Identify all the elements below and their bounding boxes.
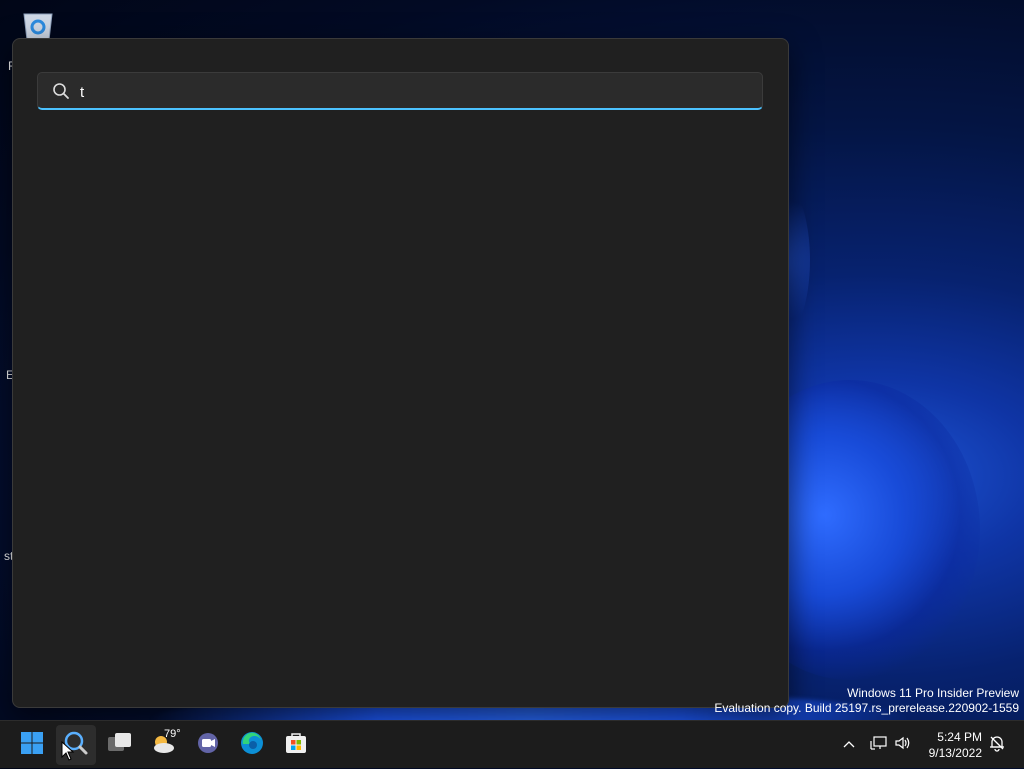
clock-button[interactable]: 5:24 PM 9/13/2022 — [929, 729, 982, 761]
search-box[interactable] — [37, 72, 763, 110]
chat-button[interactable] — [188, 725, 228, 765]
search-input[interactable] — [78, 77, 742, 107]
search-panel — [12, 38, 789, 708]
watermark-line1: Windows 11 Pro Insider Preview — [847, 686, 1019, 700]
network-icon — [870, 735, 888, 756]
store-icon — [284, 731, 308, 760]
clock-time: 5:24 PM — [937, 730, 982, 744]
teams-chat-icon — [196, 731, 220, 760]
evaluation-watermark: Windows 11 Pro Insider Preview Evaluatio… — [714, 686, 1019, 716]
network-button[interactable] — [870, 721, 888, 769]
show-hidden-icons-button[interactable] — [842, 721, 856, 769]
clock-date: 9/13/2022 — [928, 746, 982, 760]
widgets-button[interactable]: 79° — [144, 725, 184, 765]
volume-button[interactable] — [894, 721, 912, 769]
search-icon — [52, 82, 70, 100]
store-button[interactable] — [276, 725, 316, 765]
edge-button[interactable] — [232, 725, 272, 765]
notifications-button[interactable] — [988, 721, 1006, 769]
taskbar: 79° 5:24 PM 9/13/2022 — [0, 720, 1024, 768]
task-view-icon — [107, 731, 133, 760]
task-view-button[interactable] — [100, 725, 140, 765]
weather-temp: 79° — [164, 728, 181, 740]
chevron-up-icon — [842, 736, 856, 754]
watermark-line2: Evaluation copy. Build 25197.rs_prerelea… — [714, 701, 1019, 715]
start-button[interactable] — [12, 725, 52, 765]
mouse-cursor-icon — [61, 740, 75, 766]
edge-icon — [239, 730, 265, 761]
volume-icon — [894, 735, 912, 756]
notification-icon — [988, 734, 1006, 757]
windows-start-icon — [20, 731, 44, 760]
